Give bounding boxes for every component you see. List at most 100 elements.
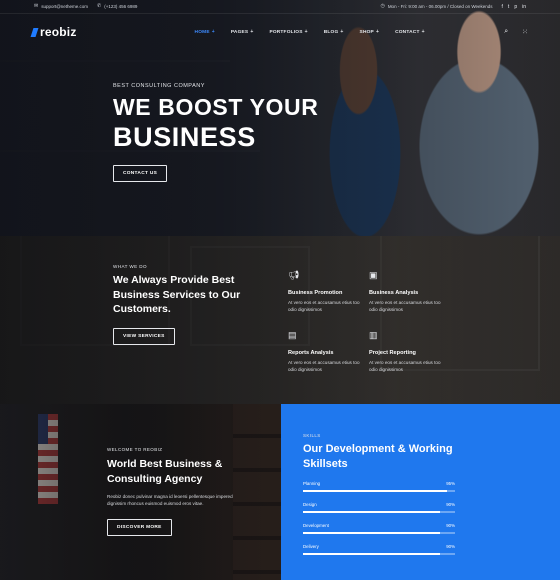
nav-label-portfolios: PORTFOLIOS	[269, 29, 303, 35]
skill-fill	[303, 511, 440, 513]
nav-label-home: HOME	[194, 29, 210, 35]
services-section: WHAT WE DO We Always Provide Best Busine…	[0, 236, 560, 404]
services-heading: We Always Provide Best Business Services…	[113, 274, 241, 316]
pinterest-icon[interactable]: p	[514, 4, 517, 10]
hours-text: Mon - Fri: 9:00 am - 06.00pm / Closed on…	[387, 4, 493, 9]
service-title: Reports Analysis	[288, 349, 334, 356]
about-eyebrow: WELCOME TO REOBIZ	[107, 447, 163, 452]
nav-label-blog: BLOG	[323, 29, 339, 35]
service-text: At vero eos et accusamus etius too odio …	[369, 359, 441, 372]
services-eyebrow: WHAT WE DO	[113, 264, 147, 269]
nav-item-shop[interactable]: SHOP +	[360, 29, 380, 35]
skill-fill	[303, 532, 440, 534]
hero-eyebrow: BEST CONSULTING COMPANY	[113, 83, 205, 89]
briefcase-icon: ▣	[369, 270, 378, 280]
main-navbar: reobiz HOME + PAGES + PORTFOLIOS + BLOG + SH…	[0, 20, 560, 44]
services-intro: WHAT WE DO We Always Provide Best Busine…	[113, 264, 263, 346]
top-bar: ✉ support@netheme.com ✆ (+123) 456 6989 …	[0, 0, 560, 14]
service-title: Project Reporting	[369, 349, 416, 356]
view-services-button[interactable]: VIEW SERVICES	[113, 328, 175, 346]
grid-menu-icon[interactable]: ⁙	[522, 28, 528, 36]
service-text: At vero eos et accusamus etius too odio …	[288, 300, 360, 312]
skill-percent: 90%	[446, 523, 455, 528]
plus-icon: +	[250, 29, 254, 35]
service-card[interactable]: 📢︎ Business Promotion At vero eos et acc…	[288, 270, 369, 314]
nav-item-blog[interactable]: BLOG +	[324, 29, 344, 35]
nav-item-contact[interactable]: CONTACT +	[395, 29, 425, 35]
skill-percent: 90%	[446, 544, 455, 549]
discover-more-button[interactable]: DISCOVER MORE	[107, 519, 172, 537]
logo-mark-icon	[30, 27, 39, 37]
phone-contact[interactable]: ✆ (+123) 456 6989	[97, 3, 138, 10]
phone-text: (+123) 456 6989	[104, 4, 138, 9]
skill-bar-development: Development 90%	[303, 523, 455, 534]
skill-percent: 95%	[446, 481, 455, 486]
skill-bars: Planning 95% Design 90% Development 90% Del…	[303, 481, 455, 565]
skill-name: Planning	[303, 481, 321, 486]
about-text: Reobiz donec pulvinar magna id leoersi p…	[107, 493, 233, 506]
skill-bar-planning: Planning 95%	[303, 481, 455, 492]
linkedin-icon[interactable]: in	[522, 4, 526, 10]
report-icon: ▥	[369, 329, 378, 340]
plus-icon: +	[421, 29, 425, 35]
service-card[interactable]: ▤ Reports Analysis At vero eos et accusa…	[288, 330, 369, 374]
skill-bar-delivery: Delivery 90%	[303, 544, 455, 555]
mail-icon: ✉	[34, 3, 39, 9]
about-section: WELCOME TO REOBIZ World Best Business & …	[0, 404, 281, 580]
hero-title-line-1: WE BOOST YOUR	[113, 94, 319, 120]
nav-label-shop: SHOP	[359, 29, 374, 35]
skill-percent: 90%	[446, 502, 455, 507]
nav-item-portfolios[interactable]: PORTFOLIOS +	[269, 29, 307, 35]
skill-name: Development	[303, 523, 329, 528]
skill-name: Delivery	[303, 544, 319, 549]
plus-icon: +	[375, 29, 380, 35]
nav-label-contact: CONTACT	[395, 29, 420, 35]
logo[interactable]: reobiz	[30, 25, 77, 39]
services-grid: 📢︎ Business Promotion At vero eos et acc…	[288, 270, 448, 374]
email-contact[interactable]: ✉ support@netheme.com	[34, 3, 89, 10]
page: ✉ support@netheme.com ✆ (+123) 456 6989 …	[0, 0, 560, 580]
skill-bar-design: Design 90%	[303, 502, 455, 513]
opening-hours: ◷ Mon - Fri: 9:00 am - 06.00pm / Closed …	[380, 3, 493, 10]
plus-icon: +	[304, 29, 308, 35]
service-title: Business Analysis	[369, 290, 419, 296]
plus-icon: +	[340, 29, 344, 35]
service-text: At vero eos et accusamus etius too odio …	[369, 300, 441, 312]
skill-track	[303, 553, 455, 555]
service-card[interactable]: ▣ Business Analysis At vero eos et accus…	[369, 270, 450, 314]
plus-icon: +	[211, 29, 215, 35]
about-content: WELCOME TO REOBIZ World Best Business & …	[107, 447, 247, 537]
nav-label-pages: PAGES	[230, 29, 249, 35]
skills-heading: Our Development & Working Skillsets	[303, 443, 453, 471]
hero-content: BEST CONSULTING COMPANY WE BOOST YOUR BU…	[113, 83, 318, 182]
search-icon[interactable]: ⌕	[504, 28, 508, 36]
phone-icon: ✆	[97, 3, 102, 9]
skills-eyebrow: SKILLS	[303, 433, 321, 438]
skill-track	[303, 490, 455, 492]
logo-text: reobiz	[40, 25, 77, 39]
skill-fill	[303, 553, 440, 555]
skill-fill	[303, 490, 448, 492]
hero-title-line-2: BUSINESS	[113, 122, 256, 152]
social-links: f t p in	[502, 4, 526, 10]
contact-us-button[interactable]: CONTACT US	[113, 165, 168, 182]
facebook-icon[interactable]: f	[502, 4, 503, 10]
nav-item-pages[interactable]: PAGES +	[231, 29, 254, 35]
skill-track	[303, 532, 455, 534]
service-text: At vero eos et accusamus etius too odio …	[288, 359, 360, 372]
skill-name: Design	[303, 502, 317, 507]
service-card[interactable]: ▥ Project Reporting At vero eos et accus…	[369, 330, 450, 374]
about-heading: World Best Business & Consulting Agency	[107, 458, 223, 485]
nav-item-home[interactable]: HOME +	[195, 29, 215, 35]
twitter-icon[interactable]: t	[508, 4, 509, 10]
megaphone-icon: 📢︎	[288, 270, 300, 280]
hero-section: ✉ support@netheme.com ✆ (+123) 456 6989 …	[0, 0, 560, 236]
document-icon: ▤	[288, 329, 297, 340]
main-menu: HOME + PAGES + PORTFOLIOS + BLOG + SHOP + CON…	[195, 29, 425, 35]
service-title: Business Promotion	[288, 290, 343, 296]
clock-icon: ◷	[380, 3, 385, 9]
nav-actions: ⌕ ⁙	[504, 28, 528, 36]
email-text: support@netheme.com	[41, 4, 89, 9]
skill-track	[303, 511, 455, 513]
skills-section: SKILLS Our Development & Working Skillse…	[281, 404, 560, 580]
